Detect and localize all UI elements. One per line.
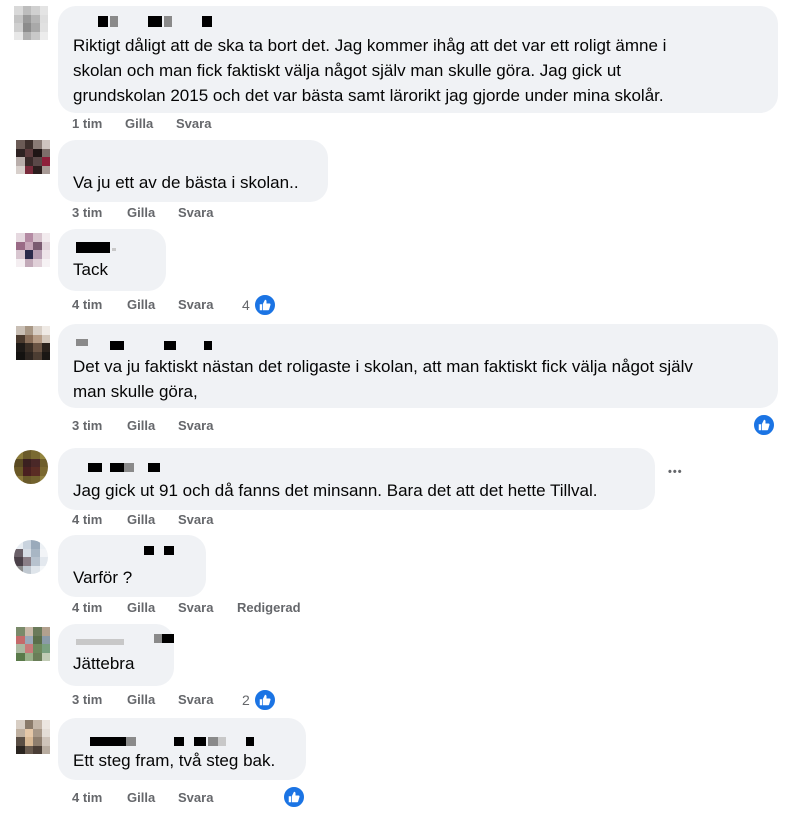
comment-text: Va ju ett av de bästa i skolan.. [73,173,299,192]
thumbs-up-icon[interactable] [282,785,306,809]
comment-bubble: Va ju ett av de bästa i skolan.. [58,140,328,202]
comment-bubble: Tack [58,229,166,291]
comment-bubble: Jättebra [58,624,174,686]
avatar[interactable] [14,6,48,40]
comment-text: Jättebra [73,654,135,673]
like-link[interactable]: Gilla [127,691,155,709]
like-link[interactable]: Gilla [127,296,155,314]
reply-link[interactable]: Svara [178,511,213,529]
comment-time[interactable]: 4 tim [72,789,102,807]
comment-text: Tack [73,260,108,279]
reaction-count[interactable]: 4 [242,297,250,313]
comment-bubble: Riktigt dåligt att de ska ta bort det. J… [58,6,778,113]
comment-text: Varför ? [73,568,133,587]
comment-time[interactable]: 4 tim [72,511,102,529]
like-link[interactable]: Gilla [127,599,155,617]
comment-bubble: Jag gick ut 91 och då fanns det minsann.… [58,448,655,510]
more-options-icon[interactable]: ••• [668,466,683,478]
avatar[interactable] [14,450,48,484]
like-link[interactable]: Gilla [127,417,155,435]
edited-label[interactable]: Redigerad [237,599,301,617]
thumbs-up-icon[interactable] [253,293,277,317]
comment-time[interactable]: 4 tim [72,599,102,617]
comment-time[interactable]: 3 tim [72,204,102,222]
avatar[interactable] [14,540,48,574]
comment-time[interactable]: 1 tim [72,115,102,133]
like-link[interactable]: Gilla [125,115,153,133]
comment-time[interactable]: 3 tim [72,691,102,709]
comment-bubble: Varför ? [58,535,206,597]
like-link[interactable]: Gilla [127,204,155,222]
comment-text: Ett steg fram, två steg bak. [73,751,276,770]
reply-link[interactable]: Svara [178,417,213,435]
thumbs-up-icon[interactable] [752,413,776,437]
reply-link[interactable]: Svara [178,204,213,222]
avatar[interactable] [16,720,50,754]
reply-link[interactable]: Svara [178,296,213,314]
comment-bubble: Det va ju faktiskt nästan det roligaste … [58,324,778,408]
thumbs-up-icon[interactable] [253,688,277,712]
reaction-count[interactable]: 2 [242,692,250,708]
avatar[interactable] [16,627,50,661]
comment-text: Jag gick ut 91 och då fanns det minsann.… [73,481,598,500]
comment-text: Riktigt dåligt att de ska ta bort det. J… [73,36,667,105]
comment-text: Det va ju faktiskt nästan det roligaste … [73,357,693,401]
reply-link[interactable]: Svara [178,789,213,807]
comment-bubble: Ett steg fram, två steg bak. [58,718,306,780]
avatar[interactable] [16,233,50,267]
avatar[interactable] [16,140,50,174]
comment-time[interactable]: 4 tim [72,296,102,314]
like-link[interactable]: Gilla [127,511,155,529]
like-link[interactable]: Gilla [127,789,155,807]
reply-link[interactable]: Svara [178,691,213,709]
reply-link[interactable]: Svara [176,115,211,133]
avatar[interactable] [16,326,50,360]
reply-link[interactable]: Svara [178,599,213,617]
comment-time[interactable]: 3 tim [72,417,102,435]
